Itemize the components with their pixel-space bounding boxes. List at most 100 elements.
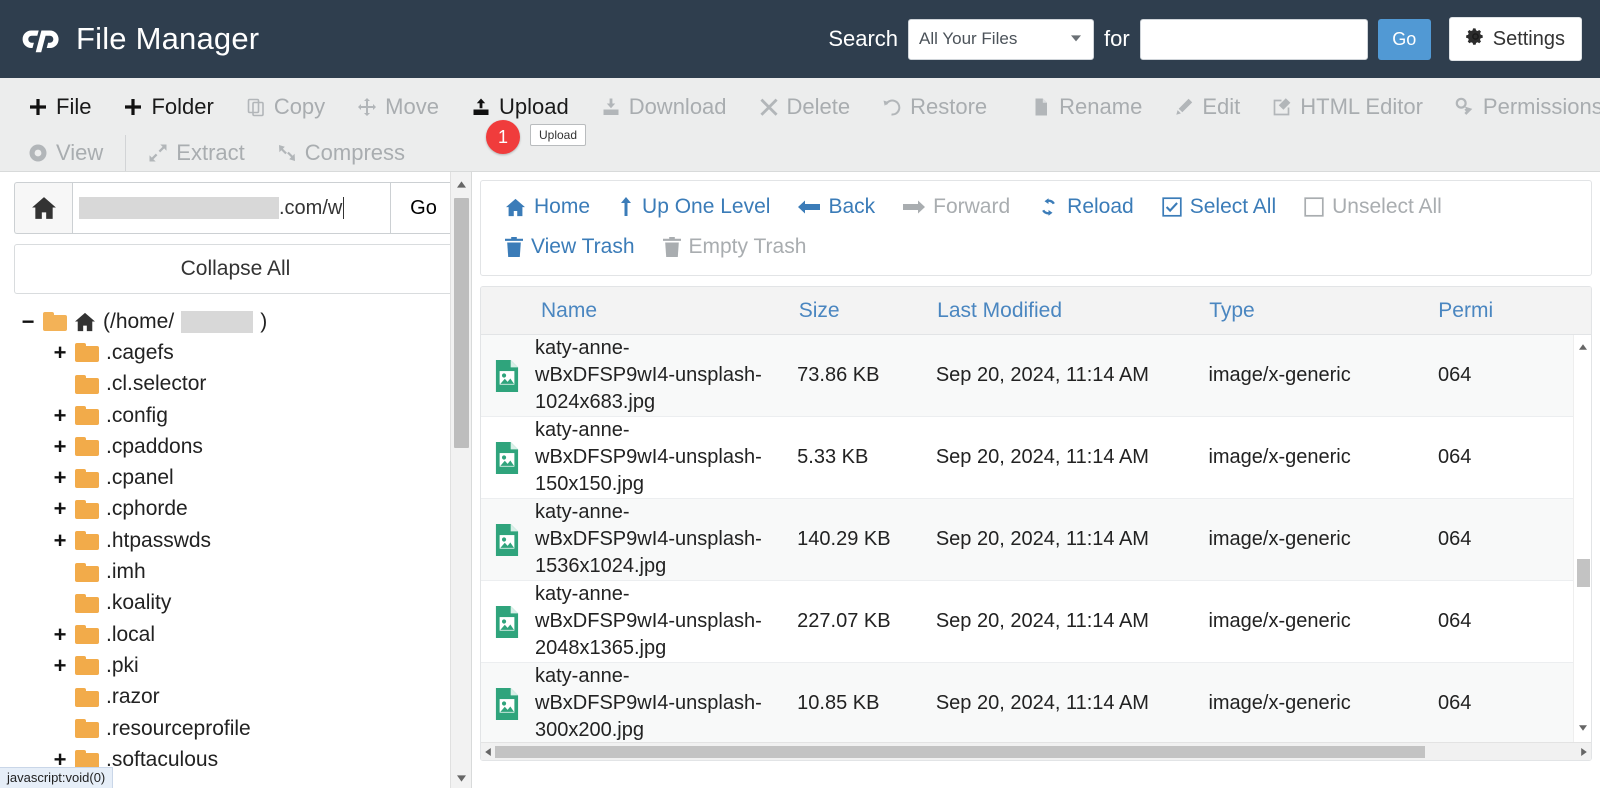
- toolbar-extract[interactable]: Extract: [132, 140, 260, 166]
- vertical-scrollbar-thumb[interactable]: [1577, 559, 1590, 587]
- search-scope-select[interactable]: All Your Files: [908, 18, 1095, 60]
- search-go-button[interactable]: Go: [1377, 18, 1431, 60]
- download-icon: [601, 97, 621, 117]
- tree-node-cphorde[interactable]: + .cphorde: [14, 494, 457, 525]
- nav-reload[interactable]: Reload: [1024, 195, 1148, 219]
- table-row[interactable]: katy-anne-wBxDFSP9wI4-unsplash-2048x1365…: [481, 581, 1591, 663]
- settings-button[interactable]: Settings: [1448, 17, 1582, 61]
- sidebar-scrollbar[interactable]: [450, 172, 471, 788]
- file-modified: Sep 20, 2024, 11:14 AM: [935, 610, 1149, 632]
- directory-tree-panel: .com/w Go Collapse All − (/home/) + .cag…: [0, 172, 472, 788]
- column-header-last-modified[interactable]: Last Modified: [937, 299, 1209, 323]
- toolbar-label: Copy: [273, 94, 326, 119]
- column-header-size[interactable]: Size: [799, 299, 937, 323]
- tree-node-htpasswds[interactable]: + .htpasswds: [14, 525, 457, 556]
- toolbar-edit[interactable]: Edit: [1158, 94, 1256, 120]
- tree-node-local[interactable]: + .local: [14, 619, 457, 650]
- toolbar-download[interactable]: Download: [585, 94, 743, 120]
- tree-node-imh[interactable]: .imh: [14, 556, 457, 587]
- table-row[interactable]: katy-anne-wBxDFSP9wI4-unsplash-150x150.j…: [481, 417, 1591, 499]
- tree-node-config[interactable]: + .config: [14, 400, 457, 431]
- toolbar-upload[interactable]: Upload: [455, 94, 585, 120]
- sidebar-scrollbar-thumb[interactable]: [454, 198, 469, 448]
- toolbar-html-editor[interactable]: HTML Editor: [1256, 94, 1439, 120]
- expand-toggle-icon[interactable]: +: [52, 467, 68, 489]
- toolbar-permissions[interactable]: Permissions: [1439, 94, 1600, 120]
- tree-node-home[interactable]: − (/home/): [14, 306, 457, 337]
- expand-toggle-icon[interactable]: +: [52, 623, 68, 646]
- tree-node-razor[interactable]: .razor: [14, 682, 457, 713]
- content-area: .com/w Go Collapse All − (/home/) + .cag…: [0, 172, 1600, 788]
- file-list-horizontal-scrollbar[interactable]: [481, 742, 1591, 760]
- table-row[interactable]: katy-anne-wBxDFSP9wI4-unsplash-300x200.j…: [481, 663, 1591, 745]
- expand-toggle-icon[interactable]: +: [52, 654, 68, 677]
- file-modified: Sep 20, 2024, 11:14 AM: [935, 364, 1149, 386]
- expand-toggle-icon[interactable]: +: [52, 435, 68, 458]
- toolbar-label: Rename: [1059, 94, 1143, 119]
- column-header-permissions[interactable]: Permi: [1438, 299, 1591, 323]
- brand: File Manager: [18, 17, 259, 61]
- tree-node-label: .cphorde: [106, 497, 188, 521]
- scroll-left-arrow-icon[interactable]: [481, 743, 495, 760]
- toolbar-view[interactable]: View: [12, 140, 119, 166]
- file-name-cell[interactable]: katy-anne-wBxDFSP9wI4-unsplash-300x200.j…: [481, 663, 797, 744]
- search-input[interactable]: [1139, 18, 1368, 60]
- file-permissions: 064: [1437, 610, 1472, 632]
- path-input[interactable]: .com/w: [72, 182, 391, 234]
- nav-select-all[interactable]: Select All: [1148, 195, 1290, 219]
- toolbar-new-file[interactable]: File: [12, 94, 107, 120]
- toolbar-rename[interactable]: Rename: [1015, 94, 1158, 120]
- tree-node-cagefs[interactable]: + .cagefs: [14, 337, 457, 368]
- file-size: 140.29 KB: [797, 528, 891, 550]
- nav-back[interactable]: Back: [784, 195, 889, 219]
- path-go-button[interactable]: Go: [391, 182, 457, 234]
- scroll-up-arrow-icon[interactable]: [451, 174, 471, 194]
- toolbar-delete[interactable]: Delete: [743, 94, 867, 120]
- file-table-body: katy-anne-wBxDFSP9wI4-unsplash-1024x683.…: [481, 335, 1591, 760]
- toolbar-restore[interactable]: Restore: [866, 94, 1003, 120]
- file-list-vertical-scrollbar[interactable]: [1573, 335, 1591, 742]
- tree-node-resourceprofile[interactable]: .resourceprofile: [14, 713, 457, 744]
- expand-toggle-icon[interactable]: +: [52, 404, 68, 427]
- file-name-cell[interactable]: katy-anne-wBxDFSP9wI4-unsplash-150x150.j…: [481, 417, 797, 498]
- expand-toggle-icon[interactable]: +: [52, 529, 68, 552]
- column-header-name[interactable]: Name: [481, 299, 799, 323]
- tree-node-cl-selector[interactable]: .cl.selector: [14, 369, 457, 400]
- collapse-all-button[interactable]: Collapse All: [14, 244, 457, 294]
- table-row[interactable]: katy-anne-wBxDFSP9wI4-unsplash-1536x1024…: [481, 499, 1591, 581]
- nav-home[interactable]: Home: [491, 195, 604, 219]
- nav-forward[interactable]: Forward: [889, 195, 1024, 219]
- horizontal-scrollbar-thumb[interactable]: [495, 746, 1425, 758]
- column-header-type[interactable]: Type: [1209, 299, 1438, 323]
- file-name-cell[interactable]: katy-anne-wBxDFSP9wI4-unsplash-1024x683.…: [481, 335, 797, 416]
- tree-node-cpaddons[interactable]: + .cpaddons: [14, 431, 457, 462]
- tree-node-cpanel[interactable]: + .cpanel: [14, 462, 457, 493]
- toolbar-copy[interactable]: Copy: [230, 94, 341, 120]
- expand-toggle-icon[interactable]: +: [52, 341, 68, 364]
- minus-toggle-icon[interactable]: −: [20, 310, 36, 333]
- toolbar-compress[interactable]: Compress: [261, 140, 421, 166]
- nav-view-trash[interactable]: View Trash: [491, 235, 649, 259]
- table-row[interactable]: katy-anne-wBxDFSP9wI4-unsplash-1024x683.…: [481, 335, 1591, 417]
- nav-unselect-all[interactable]: Unselect All: [1290, 195, 1456, 219]
- file-size: 227.07 KB: [797, 610, 891, 632]
- text-cursor: [343, 197, 345, 219]
- scroll-down-arrow-icon[interactable]: [451, 768, 471, 788]
- scroll-up-arrow-icon[interactable]: [1574, 337, 1591, 357]
- copy-icon: [246, 97, 266, 117]
- file-name-cell[interactable]: katy-anne-wBxDFSP9wI4-unsplash-1536x1024…: [481, 499, 797, 580]
- expand-toggle-icon[interactable]: +: [52, 498, 68, 520]
- folder-icon: [75, 593, 99, 613]
- path-home-button[interactable]: [14, 182, 72, 234]
- tree-node-koality[interactable]: .koality: [14, 588, 457, 619]
- nav-empty-trash[interactable]: Empty Trash: [649, 235, 821, 259]
- scroll-down-arrow-icon[interactable]: [1574, 718, 1591, 738]
- tree-node-pki[interactable]: + .pki: [14, 650, 457, 681]
- scroll-right-arrow-icon[interactable]: [1577, 743, 1591, 760]
- file-name-cell[interactable]: katy-anne-wBxDFSP9wI4-unsplash-2048x1365…: [481, 581, 797, 662]
- nav-up-one-level[interactable]: Up One Level: [604, 195, 784, 219]
- toolbar-label: Move: [385, 94, 439, 119]
- nav-label: Forward: [933, 195, 1011, 218]
- toolbar-move[interactable]: Move: [341, 94, 455, 120]
- toolbar-new-folder[interactable]: Folder: [107, 94, 229, 120]
